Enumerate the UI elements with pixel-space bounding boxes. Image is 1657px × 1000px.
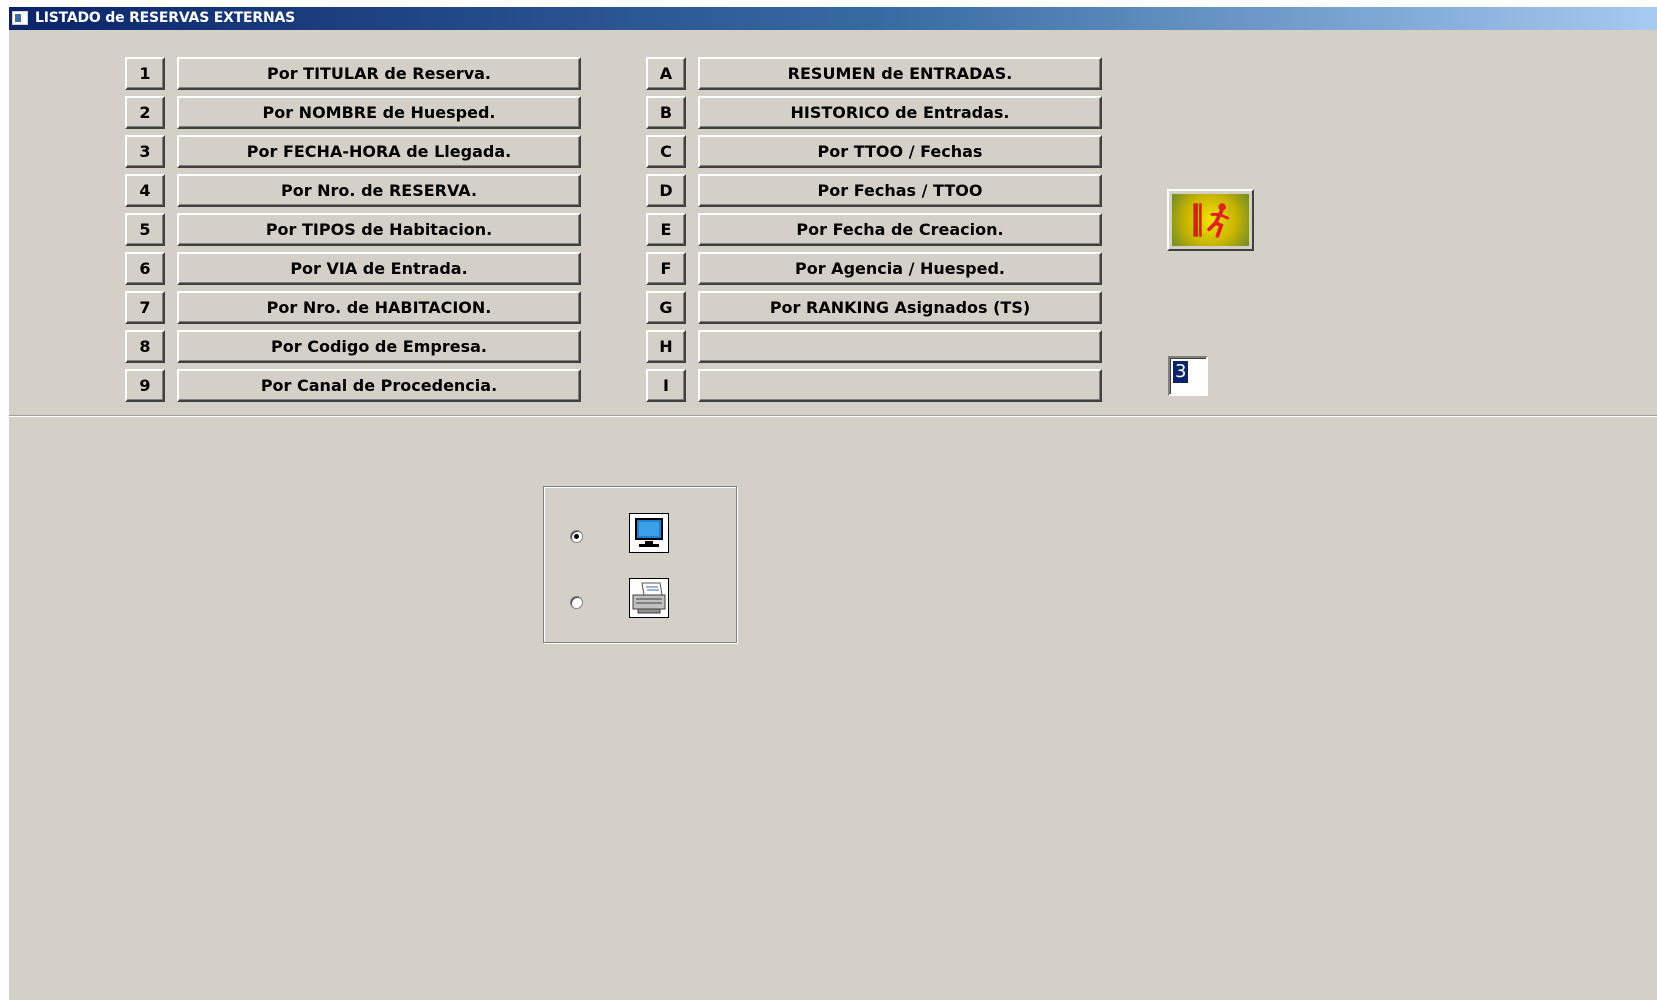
- key-button-f[interactable]: F: [646, 252, 686, 285]
- key-button-8[interactable]: 8: [125, 330, 165, 363]
- printer-output-radio[interactable]: [570, 596, 583, 609]
- key-button-h[interactable]: H: [646, 330, 686, 363]
- exit-running-man-icon: [1172, 194, 1249, 246]
- option-button-nombre[interactable]: Por NOMBRE de Huesped.: [177, 96, 581, 129]
- option-button-codigo-empresa[interactable]: Por Codigo de Empresa.: [177, 330, 581, 363]
- key-button-i[interactable]: I: [646, 369, 686, 402]
- option-button-canal-procedencia[interactable]: Por Canal de Procedencia.: [177, 369, 581, 402]
- window-title: LISTADO de RESERVAS EXTERNAS: [35, 10, 296, 26]
- option-button-i-empty[interactable]: [698, 369, 1102, 402]
- option-button-h-empty[interactable]: [698, 330, 1102, 363]
- key-button-9[interactable]: 9: [125, 369, 165, 402]
- option-button-resumen-entradas[interactable]: RESUMEN de ENTRADAS.: [698, 57, 1102, 90]
- horizontal-separator: [9, 415, 1657, 417]
- exit-button[interactable]: [1167, 189, 1254, 251]
- option-button-tipos-habitacion[interactable]: Por TIPOS de Habitacion.: [177, 213, 581, 246]
- option-button-agencia-huesped[interactable]: Por Agencia / Huesped.: [698, 252, 1102, 285]
- option-button-ttoo-fechas[interactable]: Por TTOO / Fechas: [698, 135, 1102, 168]
- monitor-icon: [629, 513, 669, 553]
- key-button-b[interactable]: B: [646, 96, 686, 129]
- key-button-6[interactable]: 6: [125, 252, 165, 285]
- key-button-7[interactable]: 7: [125, 291, 165, 324]
- output-destination-group: [543, 486, 737, 643]
- option-button-fecha-creacion[interactable]: Por Fecha de Creacion.: [698, 213, 1102, 246]
- option-button-ranking-asignados[interactable]: Por RANKING Asignados (TS): [698, 291, 1102, 324]
- option-button-fecha-hora[interactable]: Por FECHA-HORA de Llegada.: [177, 135, 581, 168]
- option-button-nro-reserva[interactable]: Por Nro. de RESERVA.: [177, 174, 581, 207]
- printer-icon: [629, 578, 669, 618]
- copies-input[interactable]: 3: [1168, 356, 1208, 396]
- option-button-nro-habitacion[interactable]: Por Nro. de HABITACION.: [177, 291, 581, 324]
- key-button-g[interactable]: G: [646, 291, 686, 324]
- option-button-titular[interactable]: Por TITULAR de Reserva.: [177, 57, 581, 90]
- copies-value: 3: [1173, 361, 1189, 383]
- key-button-e[interactable]: E: [646, 213, 686, 246]
- key-button-1[interactable]: 1: [125, 57, 165, 90]
- key-button-3[interactable]: 3: [125, 135, 165, 168]
- key-button-5[interactable]: 5: [125, 213, 165, 246]
- screen-output-radio[interactable]: [570, 530, 583, 543]
- key-button-a[interactable]: A: [646, 57, 686, 90]
- report-window: LISTADO de RESERVAS EXTERNAS 1 Por TITUL…: [9, 7, 1657, 1000]
- option-button-historico-entradas[interactable]: HISTORICO de Entradas.: [698, 96, 1102, 129]
- key-button-c[interactable]: C: [646, 135, 686, 168]
- option-button-fechas-ttoo[interactable]: Por Fechas / TTOO: [698, 174, 1102, 207]
- key-button-d[interactable]: D: [646, 174, 686, 207]
- app-icon: [12, 11, 28, 25]
- key-button-4[interactable]: 4: [125, 174, 165, 207]
- title-bar: LISTADO de RESERVAS EXTERNAS: [9, 7, 1657, 30]
- option-button-via-entrada[interactable]: Por VIA de Entrada.: [177, 252, 581, 285]
- key-button-2[interactable]: 2: [125, 96, 165, 129]
